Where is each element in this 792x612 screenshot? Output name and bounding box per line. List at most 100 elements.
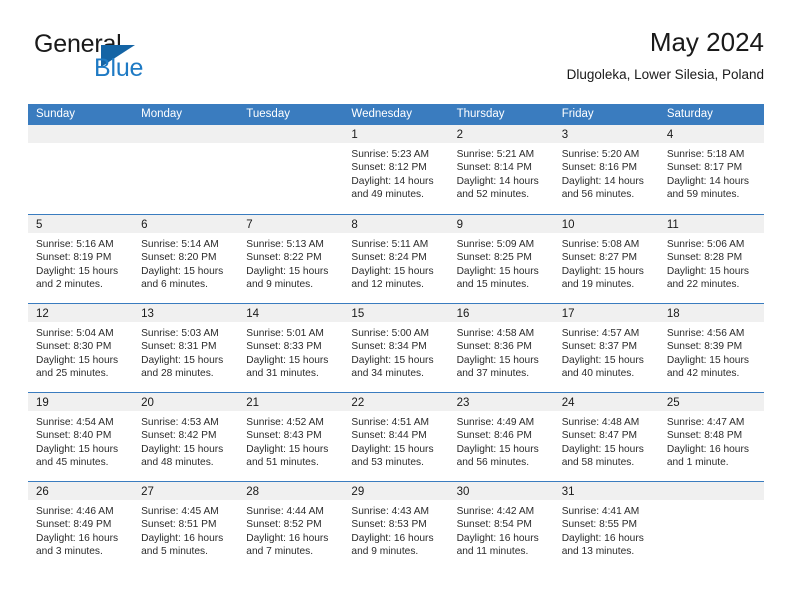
day-number-band: 5 — [28, 215, 134, 233]
day-cell[interactable]: 17 Sunrise: 4:57 AM Sunset: 8:37 PM Dayl… — [553, 304, 659, 392]
daylight-text-line2: and 48 minutes. — [141, 457, 214, 469]
sunrise-text: Sunrise: 5:13 AM — [246, 239, 324, 250]
day-cell[interactable]: 5 Sunrise: 5:16 AM Sunset: 8:19 PM Dayli… — [28, 215, 134, 303]
daylight-text-line2: and 6 minutes. — [141, 279, 208, 291]
day-info: Sunrise: 5:11 AM Sunset: 8:24 PM Dayligh… — [343, 233, 448, 292]
day-cell[interactable]: 8 Sunrise: 5:11 AM Sunset: 8:24 PM Dayli… — [343, 215, 449, 303]
daylight-text-line2: and 37 minutes. — [456, 368, 530, 380]
day-cell[interactable]: 25 Sunrise: 4:47 AM Sunset: 8:48 PM Dayl… — [658, 393, 764, 481]
day-cell[interactable]: 6 Sunrise: 5:14 AM Sunset: 8:20 PM Dayli… — [133, 215, 239, 303]
day-number: 28 — [246, 486, 260, 498]
daylight-text-line1: Daylight: 16 hours — [666, 443, 749, 455]
day-number-band: 31 — [553, 482, 659, 500]
day-info: Sunrise: 4:46 AM Sunset: 8:49 PM Dayligh… — [28, 500, 133, 559]
brand-logo[interactable]: General Blue — [34, 30, 264, 88]
daylight-text-line2: and 45 minutes. — [36, 457, 109, 469]
day-info: Sunrise: 5:09 AM Sunset: 8:25 PM Dayligh… — [449, 233, 554, 292]
day-cell[interactable]: 3 Sunrise: 5:20 AM Sunset: 8:16 PM Dayli… — [553, 125, 659, 214]
daylight-text-line1: Daylight: 15 hours — [456, 354, 539, 366]
week-row: 5 Sunrise: 5:16 AM Sunset: 8:19 PM Dayli… — [28, 214, 764, 303]
daylight-text-line2: and 58 minutes. — [561, 457, 635, 469]
day-info — [28, 143, 133, 148]
sunset-text: Sunset: 8:44 PM — [351, 430, 427, 442]
sunrise-text: Sunrise: 5:23 AM — [351, 149, 430, 160]
day-cell[interactable]: 1 Sunrise: 5:23 AM Sunset: 8:12 PM Dayli… — [343, 125, 449, 214]
week-row: 19 Sunrise: 4:54 AM Sunset: 8:40 PM Dayl… — [28, 392, 764, 481]
day-cell[interactable]: 26 Sunrise: 4:46 AM Sunset: 8:49 PM Dayl… — [28, 482, 134, 570]
daylight-text-line1: Daylight: 14 hours — [351, 175, 434, 187]
sunrise-text: Sunrise: 4:46 AM — [36, 506, 114, 517]
day-info: Sunrise: 4:48 AM Sunset: 8:47 PM Dayligh… — [554, 411, 659, 470]
sunrise-text: Sunrise: 4:41 AM — [561, 506, 640, 517]
day-info: Sunrise: 4:58 AM Sunset: 8:36 PM Dayligh… — [449, 322, 554, 381]
day-info: Sunrise: 5:01 AM Sunset: 8:33 PM Dayligh… — [238, 322, 343, 381]
day-cell[interactable]: 12 Sunrise: 5:04 AM Sunset: 8:30 PM Dayl… — [28, 304, 134, 392]
daylight-text-line1: Daylight: 15 hours — [36, 265, 119, 277]
day-cell[interactable] — [238, 125, 344, 214]
day-cell[interactable]: 24 Sunrise: 4:48 AM Sunset: 8:47 PM Dayl… — [553, 393, 659, 481]
day-number: 17 — [561, 308, 575, 320]
day-cell[interactable]: 15 Sunrise: 5:00 AM Sunset: 8:34 PM Dayl… — [343, 304, 449, 392]
weekday-header-row: Sunday Monday Tuesday Wednesday Thursday… — [28, 104, 764, 125]
day-cell[interactable]: 19 Sunrise: 4:54 AM Sunset: 8:40 PM Dayl… — [28, 393, 134, 481]
day-cell[interactable]: 23 Sunrise: 4:49 AM Sunset: 8:46 PM Dayl… — [448, 393, 554, 481]
week-row: 26 Sunrise: 4:46 AM Sunset: 8:49 PM Dayl… — [28, 481, 764, 570]
day-number-band: 25 — [658, 393, 764, 411]
daylight-text-line2: and 59 minutes. — [666, 189, 740, 201]
daylight-text-line1: Daylight: 16 hours — [561, 532, 644, 544]
day-cell[interactable]: 21 Sunrise: 4:52 AM Sunset: 8:43 PM Dayl… — [238, 393, 344, 481]
day-cell[interactable]: 18 Sunrise: 4:56 AM Sunset: 8:39 PM Dayl… — [658, 304, 764, 392]
day-cell[interactable]: 28 Sunrise: 4:44 AM Sunset: 8:52 PM Dayl… — [238, 482, 344, 570]
sunrise-text: Sunrise: 4:43 AM — [351, 506, 430, 517]
day-cell[interactable] — [658, 482, 764, 570]
sunset-text: Sunset: 8:40 PM — [36, 430, 112, 442]
daylight-text-line2: and 5 minutes. — [141, 546, 208, 558]
daylight-text-line2: and 7 minutes. — [246, 546, 314, 558]
daylight-text-line1: Daylight: 15 hours — [456, 265, 539, 277]
day-cell[interactable]: 10 Sunrise: 5:08 AM Sunset: 8:27 PM Dayl… — [553, 215, 659, 303]
sunrise-text: Sunrise: 4:47 AM — [666, 417, 745, 428]
sunset-text: Sunset: 8:48 PM — [666, 430, 743, 442]
sunset-text: Sunset: 8:42 PM — [141, 430, 217, 442]
day-number: 4 — [666, 129, 674, 141]
day-number: 7 — [246, 219, 253, 231]
day-cell[interactable]: 4 Sunrise: 5:18 AM Sunset: 8:17 PM Dayli… — [658, 125, 764, 214]
day-info — [133, 143, 238, 148]
day-cell[interactable] — [133, 125, 239, 214]
day-number-band: 20 — [133, 393, 239, 411]
day-cell[interactable]: 27 Sunrise: 4:45 AM Sunset: 8:51 PM Dayl… — [133, 482, 239, 570]
daylight-text-line1: Daylight: 15 hours — [141, 265, 224, 277]
sunset-text: Sunset: 8:46 PM — [456, 430, 532, 442]
day-cell[interactable] — [28, 125, 134, 214]
day-cell[interactable]: 9 Sunrise: 5:09 AM Sunset: 8:25 PM Dayli… — [448, 215, 554, 303]
day-number: 13 — [141, 308, 154, 320]
day-cell[interactable]: 14 Sunrise: 5:01 AM Sunset: 8:33 PM Dayl… — [238, 304, 344, 392]
day-cell[interactable]: 2 Sunrise: 5:21 AM Sunset: 8:14 PM Dayli… — [448, 125, 554, 214]
day-cell[interactable]: 13 Sunrise: 5:03 AM Sunset: 8:31 PM Dayl… — [133, 304, 239, 392]
day-number: 25 — [666, 397, 680, 409]
day-number-band: 13 — [133, 304, 239, 322]
day-number-band: 19 — [28, 393, 134, 411]
day-cell[interactable]: 7 Sunrise: 5:13 AM Sunset: 8:22 PM Dayli… — [238, 215, 344, 303]
day-cell[interactable]: 16 Sunrise: 4:58 AM Sunset: 8:36 PM Dayl… — [448, 304, 554, 392]
daylight-text-line2: and 9 minutes. — [351, 546, 419, 558]
day-cell[interactable]: 30 Sunrise: 4:42 AM Sunset: 8:54 PM Dayl… — [448, 482, 554, 570]
daylight-text-line2: and 12 minutes. — [351, 279, 424, 291]
day-number: 5 — [36, 219, 43, 231]
daylight-text-line1: Daylight: 15 hours — [561, 443, 644, 455]
daylight-text-line2: and 9 minutes. — [246, 279, 314, 291]
daylight-text-line1: Daylight: 14 hours — [561, 175, 644, 187]
day-cell[interactable]: 31 Sunrise: 4:41 AM Sunset: 8:55 PM Dayl… — [553, 482, 659, 570]
day-number-band: 24 — [553, 393, 659, 411]
daylight-text-line2: and 31 minutes. — [246, 368, 319, 380]
day-number-band: 30 — [448, 482, 554, 500]
daylight-text-line2: and 11 minutes. — [456, 546, 529, 558]
day-cell[interactable]: 29 Sunrise: 4:43 AM Sunset: 8:53 PM Dayl… — [343, 482, 449, 570]
day-cell[interactable]: 20 Sunrise: 4:53 AM Sunset: 8:42 PM Dayl… — [133, 393, 239, 481]
day-info: Sunrise: 4:47 AM Sunset: 8:48 PM Dayligh… — [659, 411, 764, 470]
day-number: 6 — [141, 219, 148, 231]
sunset-text: Sunset: 8:37 PM — [561, 341, 638, 353]
day-cell[interactable]: 11 Sunrise: 5:06 AM Sunset: 8:28 PM Dayl… — [658, 215, 764, 303]
day-cell[interactable]: 22 Sunrise: 4:51 AM Sunset: 8:44 PM Dayl… — [343, 393, 449, 481]
daylight-text-line1: Daylight: 14 hours — [456, 175, 539, 187]
